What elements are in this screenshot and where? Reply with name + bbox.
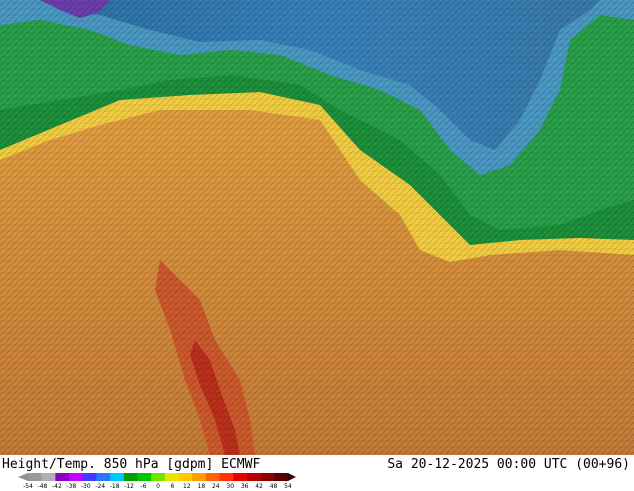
colorbar-segment: [219, 473, 234, 481]
colorbar-tick-label: -48: [37, 483, 48, 490]
colorbar-segment: [260, 473, 275, 481]
colorbar-segment: [28, 473, 43, 481]
colorbar-segment: [82, 473, 97, 481]
colorbar-segment: [123, 473, 138, 481]
colorbar-tick-label: 54: [284, 483, 292, 490]
colorbar-tick-label: 42: [255, 483, 263, 490]
colorbar-segment: [178, 473, 193, 481]
colorbar-segment: [205, 473, 221, 481]
colorbar-right-arrow: [288, 473, 296, 481]
colorbar-segment: [192, 473, 207, 481]
colorbar-segment: [274, 473, 289, 481]
colorbar-tick-label: -30: [80, 483, 91, 490]
colorbar-segment: [110, 473, 125, 481]
map-datetime: Sa 20-12-2025 00:00 UTC (00+96): [387, 457, 630, 472]
colorbar-tick-label: 6: [170, 483, 175, 490]
colorbar-tick-label: 18: [197, 483, 206, 490]
colorbar-tick-label: -42: [51, 483, 62, 490]
temperature-field: [0, 0, 634, 455]
colorbar-segment: [41, 473, 56, 481]
colorbar-segment: [96, 473, 111, 481]
colorbar-segment: [55, 473, 70, 481]
weather-map: [0, 0, 634, 455]
map-title: Height/Temp. 850 hPa [gdpm] ECMWF: [2, 457, 261, 472]
colorbar-tick-label: -12: [124, 483, 135, 490]
colorbar-segment: [151, 473, 166, 481]
colorbar-segment: [164, 473, 180, 481]
colorbar-tick-label: -18: [109, 483, 120, 490]
colorbar-tick-label: -6: [140, 483, 147, 490]
colorbar-segment: [137, 473, 152, 481]
colorbar-tick-label: 24: [211, 483, 220, 490]
colorbar-tick-label: 36: [240, 483, 249, 490]
colorbar-segment: [246, 473, 262, 481]
colorbar-tick-label: -38: [66, 483, 77, 490]
colorbar: [18, 473, 296, 481]
colorbar-tick-label: -54: [23, 483, 33, 490]
colorbar-tick-label: -24: [95, 483, 106, 490]
colorbar-tick-label: 12: [183, 483, 191, 490]
colorbar-segment: [69, 473, 84, 481]
contour-texture: [0, 0, 634, 455]
colorbar-tick-label: 0: [156, 483, 160, 490]
colorbar-left-arrow: [18, 473, 28, 481]
colorbar-tick-label: 48: [269, 483, 278, 490]
colorbar-tick-label: 30: [226, 483, 235, 490]
colorbar-segment: [233, 473, 248, 481]
